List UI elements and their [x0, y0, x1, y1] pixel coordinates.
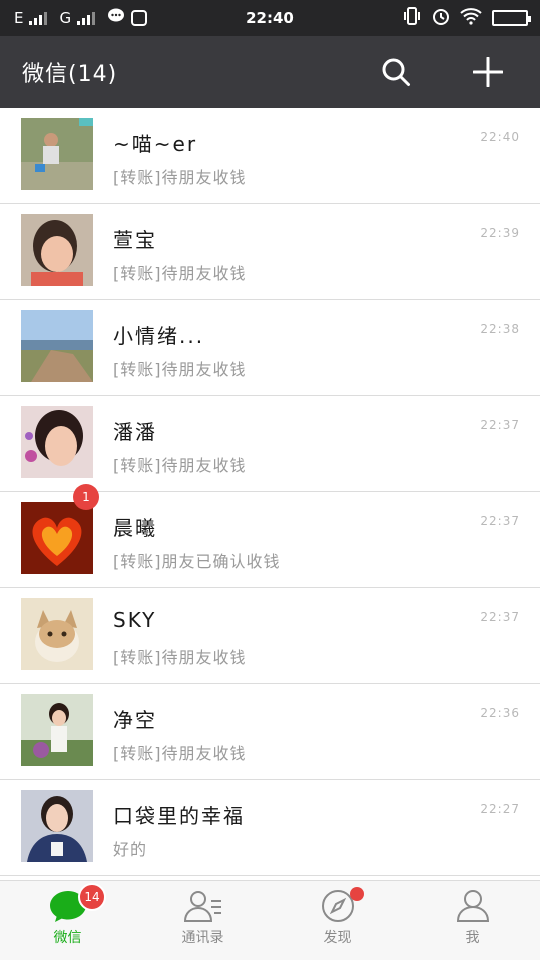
contacts-icon	[183, 891, 221, 922]
chat-row[interactable]: 口袋里的幸福 好的 22:27	[0, 780, 540, 876]
chat-time: 22:27	[480, 802, 520, 816]
chat-time: 22:40	[480, 130, 520, 144]
battery-icon	[492, 10, 531, 26]
avatar	[21, 790, 93, 862]
person-icon	[456, 890, 489, 922]
chat-name: SKY	[113, 608, 157, 632]
plus-icon	[473, 57, 503, 87]
vibrate-icon	[402, 7, 422, 29]
chat-row[interactable]: 1 晨曦 [转账]朋友已确认收钱 22:37	[0, 484, 540, 588]
unread-count-badge: 14	[78, 883, 106, 911]
wifi-icon	[460, 7, 482, 29]
avatar	[21, 118, 93, 190]
status-bar: E G 22:40	[0, 0, 540, 36]
page-title: 微信(14)	[22, 62, 118, 87]
chat-time: 22:38	[480, 322, 520, 336]
chat-row[interactable]: SKY [转账]待朋友收钱 22:37	[0, 588, 540, 684]
avatar	[21, 598, 93, 670]
chat-time: 22:37	[480, 418, 520, 432]
chat-preview: [转账]待朋友收钱	[113, 264, 247, 283]
chat-time: 22:39	[480, 226, 520, 240]
chat-name: 小情绪...	[113, 324, 205, 348]
tab-discover[interactable]: 发现	[270, 881, 405, 960]
chat-time: 22:37	[480, 514, 520, 528]
status-icons	[402, 0, 531, 36]
tab-chats[interactable]: 14 微信	[0, 881, 135, 960]
tab-me[interactable]: 我	[405, 881, 540, 960]
app-header: 微信(14)	[0, 36, 540, 108]
alarm-icon	[432, 7, 450, 29]
chat-name: 净空	[113, 708, 157, 732]
chat-preview: [转账]待朋友收钱	[113, 744, 247, 763]
chat-name: 口袋里的幸福	[113, 804, 245, 828]
avatar	[21, 406, 93, 478]
tab-label: 通讯录	[181, 930, 224, 946]
chat-preview: 好的	[113, 840, 148, 859]
tab-label: 微信	[53, 930, 82, 946]
search-button[interactable]	[374, 50, 418, 94]
chat-name: 晨曦	[113, 516, 157, 540]
chat-name: ~喵~er	[113, 132, 198, 156]
search-icon	[382, 58, 410, 86]
chat-row[interactable]: 萱宝 [转账]待朋友收钱 22:39	[0, 204, 540, 300]
new-dot-badge	[350, 887, 364, 901]
chat-time: 22:37	[480, 610, 520, 624]
chat-preview: [转账]待朋友收钱	[113, 456, 247, 475]
chat-preview: [转账]待朋友收钱	[113, 648, 247, 667]
avatar	[21, 694, 93, 766]
unread-badge: 1	[73, 484, 99, 510]
chat-row[interactable]: 潘潘 [转账]待朋友收钱 22:37	[0, 396, 540, 492]
chat-name: 潘潘	[113, 420, 157, 444]
chat-row[interactable]: ~喵~er [转账]待朋友收钱 22:40	[0, 108, 540, 204]
bottom-tab-bar: 14 微信 通讯录 发现 我	[0, 880, 540, 960]
chat-time: 22:36	[480, 706, 520, 720]
chat-preview: [转账]待朋友收钱	[113, 360, 247, 379]
tab-label: 发现	[323, 930, 352, 946]
chat-preview: [转账]待朋友收钱	[113, 168, 247, 187]
tab-contacts[interactable]: 通讯录	[135, 881, 270, 960]
avatar	[21, 502, 93, 574]
chat-name: 萱宝	[113, 228, 157, 252]
chat-row[interactable]: 小情绪... [转账]待朋友收钱 22:38	[0, 300, 540, 396]
add-button[interactable]	[466, 50, 510, 94]
chat-preview: [转账]朋友已确认收钱	[113, 552, 281, 571]
tab-label: 我	[465, 930, 480, 946]
avatar	[21, 310, 93, 382]
chat-row[interactable]: 净空 [转账]待朋友收钱 22:36	[0, 684, 540, 780]
chat-list: ~喵~er [转账]待朋友收钱 22:40 萱宝 [转账]待朋友收钱 22:39…	[0, 108, 540, 876]
avatar	[21, 214, 93, 286]
